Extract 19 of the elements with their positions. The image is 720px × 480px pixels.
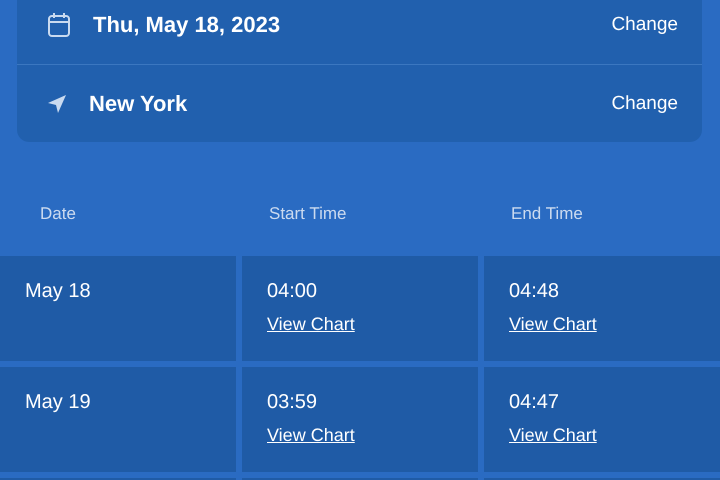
navigation-arrow-icon [47,94,67,114]
start-time: 04:00 [267,279,318,303]
end-time: 04:47 [509,390,560,414]
view-chart-link[interactable]: View Chart [267,425,355,446]
date-text: May 18 [25,279,91,303]
column-header: Start Time [268,204,348,225]
setting-value: Thu, May 18, 2023 [93,12,282,38]
end-time: 04:48 [509,279,560,303]
view-chart-link[interactable]: View Chart [509,314,597,335]
column-header: Date [39,204,77,225]
change-link[interactable]: Change [611,92,678,114]
column-header: End Time [510,204,584,225]
setting-value: New York [89,90,188,116]
date-text: May 19 [25,390,91,414]
view-chart-link[interactable]: View Chart [509,425,597,446]
calendar-icon [47,12,71,38]
view-chart-link[interactable]: View Chart [267,314,355,335]
start-time: 03:59 [267,390,318,414]
change-link[interactable]: Change [611,14,678,36]
